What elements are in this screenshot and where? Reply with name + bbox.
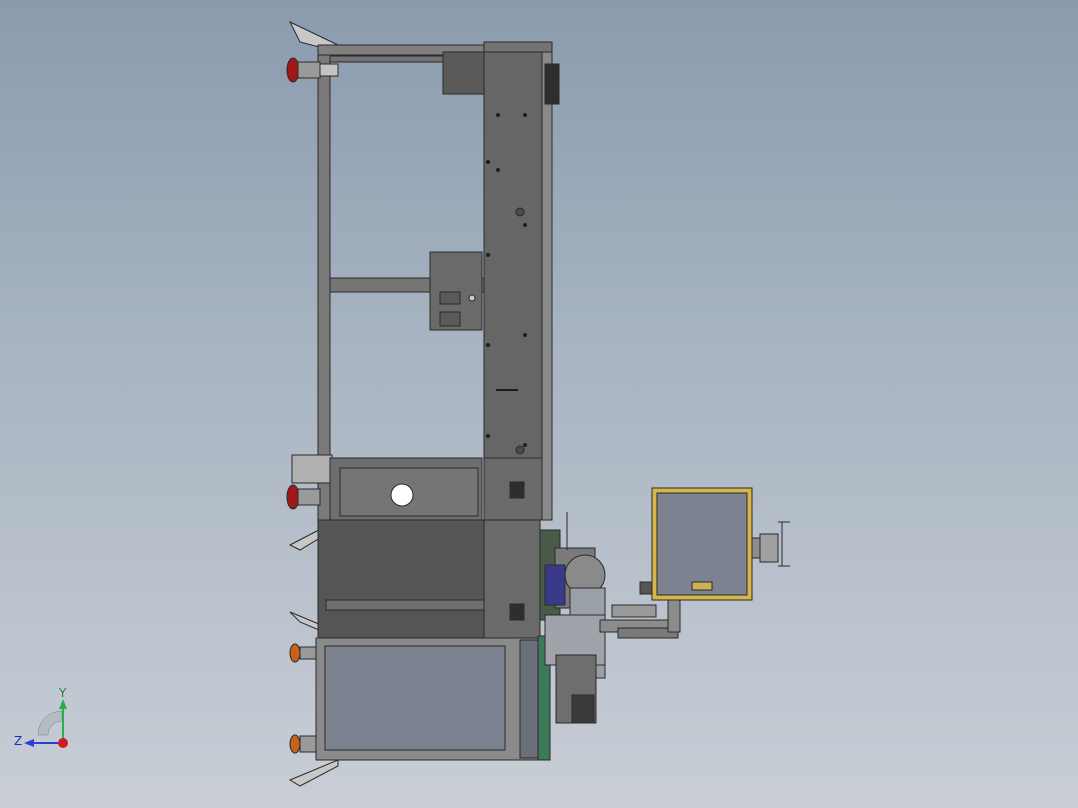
- control-switch-bottom: [439, 311, 461, 327]
- main-column: [483, 43, 543, 521]
- y-axis-arrowhead: [59, 699, 67, 709]
- y-axis-label: Y: [58, 686, 67, 700]
- orange-knob-lower: [289, 734, 317, 754]
- axis-triad: Y Z: [14, 686, 68, 748]
- monitor-screen: [656, 492, 748, 596]
- column-top-motor: [544, 63, 560, 105]
- z-axis-arrowhead: [24, 739, 34, 747]
- z-axis-label: Z: [14, 734, 22, 748]
- origin-dot: [58, 738, 68, 748]
- monitor-stand: [751, 521, 790, 567]
- mid-housing-bolt: [509, 481, 525, 499]
- monitor-label: [691, 581, 713, 591]
- control-switch-top: [439, 291, 461, 305]
- orange-knob-upper: [289, 643, 317, 663]
- control-knob: [468, 294, 476, 302]
- lower-cabinet-bolt: [509, 603, 525, 621]
- triad-arc: [37, 710, 63, 736]
- column-bearing-lower: [515, 445, 525, 455]
- lower-cabinet-shelf: [325, 599, 485, 611]
- top-motor-housing: [442, 51, 486, 95]
- column-rail: [541, 51, 553, 521]
- bottom-foot-bracket: [288, 759, 339, 787]
- bottom-cabinet-panel: [324, 645, 506, 751]
- mid-housing-port: [390, 483, 414, 507]
- frame-left-post: [317, 44, 331, 521]
- machine-assembly[interactable]: [286, 20, 790, 787]
- main-column-cap: [483, 41, 553, 53]
- cad-viewport[interactable]: Y Z: [0, 0, 1078, 808]
- column-bearing: [515, 207, 525, 217]
